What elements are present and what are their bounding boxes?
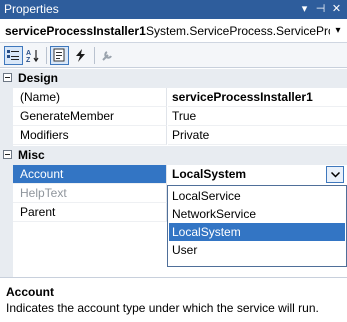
object-selector[interactable]: serviceProcessInstaller1 System.ServiceP… — [0, 19, 347, 43]
account-dropdown-list: LocalService NetworkService LocalSystem … — [167, 185, 347, 267]
collapse-icon[interactable] — [3, 73, 12, 82]
properties-icon — [53, 48, 65, 62]
description-title: Account — [6, 285, 54, 299]
dropdown-option-selected[interactable]: LocalSystem — [169, 223, 345, 241]
svg-text:Z: Z — [26, 57, 31, 63]
chevron-down-icon — [331, 172, 340, 178]
collapse-icon[interactable] — [3, 150, 12, 159]
category-misc[interactable]: Misc — [0, 146, 347, 165]
window-title: Properties — [4, 2, 59, 16]
alphabetical-button[interactable]: A Z — [24, 46, 43, 65]
property-name: Parent — [13, 203, 167, 222]
title-bar: Properties ▾ ⊣ ✕ — [0, 0, 347, 19]
dropdown-button[interactable] — [326, 166, 344, 183]
toolbar-separator — [94, 47, 95, 64]
property-name: Account — [13, 165, 167, 184]
description-text: Indicates the account type under which t… — [6, 301, 319, 315]
description-panel: Account Indicates the account type under… — [0, 277, 347, 322]
dropdown-option[interactable]: User — [169, 241, 345, 259]
property-value[interactable]: True — [168, 107, 347, 126]
property-row-generatemember[interactable]: GenerateMember True — [0, 107, 347, 126]
property-value[interactable]: Private — [168, 126, 347, 145]
categorized-button[interactable] — [4, 46, 23, 65]
category-design[interactable]: Design — [0, 69, 347, 88]
property-row-modifiers[interactable]: Modifiers Private — [0, 126, 347, 145]
property-name: Modifiers — [13, 126, 167, 145]
auto-hide-button[interactable]: ⊣ — [314, 2, 327, 16]
property-row-name[interactable]: (Name) serviceProcessInstaller1 — [0, 88, 347, 107]
wrench-icon — [102, 51, 112, 61]
close-button[interactable]: ✕ — [330, 2, 343, 16]
properties-button[interactable] — [50, 46, 69, 65]
lightning-icon — [76, 49, 85, 62]
property-name: HelpText — [13, 184, 167, 203]
chevron-down-icon[interactable]: ▾ — [331, 23, 345, 39]
dropdown-option[interactable]: NetworkService — [169, 205, 345, 223]
property-row-account[interactable]: Account LocalSystem — [0, 165, 347, 184]
object-name: serviceProcessInstaller1 — [5, 24, 146, 38]
property-pages-button[interactable] — [98, 46, 117, 65]
alphabetical-icon: A Z — [26, 50, 39, 63]
dropdown-option[interactable]: LocalService — [169, 187, 345, 205]
properties-window: Properties ▾ ⊣ ✕ serviceProcessInstaller… — [0, 0, 347, 322]
category-label: Misc — [18, 148, 45, 162]
property-value: LocalSystem — [172, 167, 247, 181]
categorized-icon — [7, 50, 19, 60]
property-name: GenerateMember — [13, 107, 167, 126]
account-combo[interactable]: LocalSystem — [168, 165, 347, 184]
events-button[interactable] — [71, 46, 90, 65]
toolbar-separator — [46, 47, 47, 64]
object-type: System.ServiceProcess.ServiceProce — [146, 24, 330, 38]
property-name: (Name) — [13, 88, 167, 107]
property-value[interactable]: serviceProcessInstaller1 — [168, 88, 347, 107]
category-label: Design — [18, 71, 59, 85]
toolbar: A Z — [0, 43, 347, 68]
window-menu-button[interactable]: ▾ — [298, 2, 311, 16]
svg-text:A: A — [26, 50, 31, 57]
